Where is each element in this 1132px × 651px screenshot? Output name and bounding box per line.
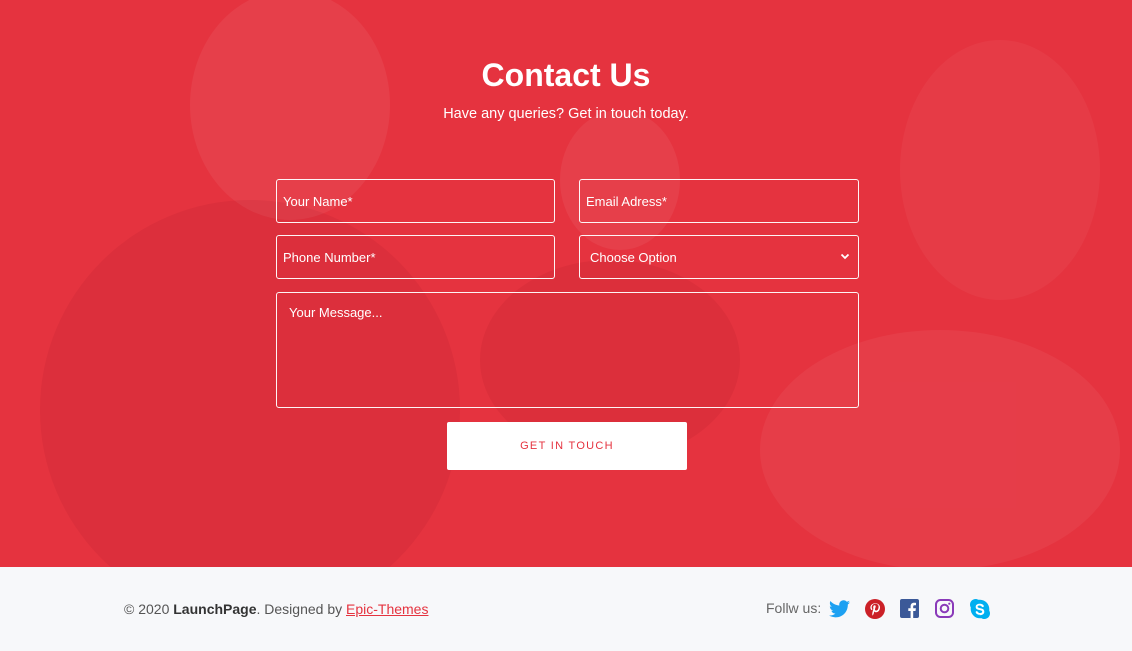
brand-name: LaunchPage xyxy=(173,601,257,617)
chevron-down-icon xyxy=(840,250,850,264)
social-icons xyxy=(829,598,990,619)
footer: © 2020 LaunchPage. Designed by Epic-Them… xyxy=(0,567,1132,651)
twitter-icon[interactable] xyxy=(829,598,850,619)
message-textarea[interactable] xyxy=(276,292,859,408)
option-select[interactable]: Choose Option xyxy=(579,235,859,279)
copyright-text: © 2020 LaunchPage. Designed by Epic-Them… xyxy=(124,601,428,617)
phone-input[interactable] xyxy=(276,235,555,279)
designed-by-text: . Designed by xyxy=(256,601,346,617)
name-input[interactable] xyxy=(276,179,555,223)
pinterest-icon[interactable] xyxy=(864,598,885,619)
get-in-touch-button[interactable]: GET IN TOUCH xyxy=(447,422,687,470)
skype-icon[interactable] xyxy=(969,598,990,619)
follow-label: Follw us: xyxy=(766,600,822,616)
designer-link[interactable]: Epic-Themes xyxy=(346,601,428,617)
contact-section: Contact Us Have any queries? Get in touc… xyxy=(0,0,1132,567)
email-input[interactable] xyxy=(579,179,859,223)
facebook-icon[interactable] xyxy=(899,598,920,619)
contact-title: Contact Us xyxy=(481,57,651,93)
copyright-prefix: © 2020 xyxy=(124,601,174,617)
option-select-value: Choose Option xyxy=(590,249,677,265)
instagram-icon[interactable] xyxy=(934,598,955,619)
contact-subtitle: Have any queries? Get in touch today. xyxy=(443,106,689,122)
